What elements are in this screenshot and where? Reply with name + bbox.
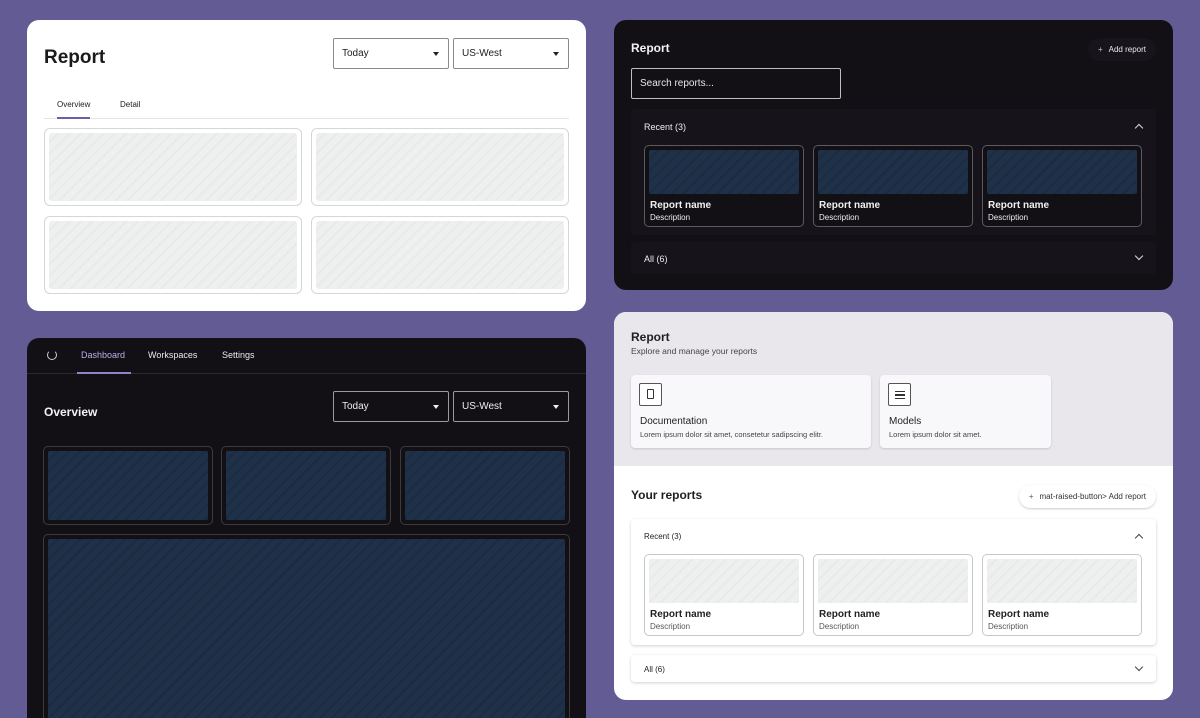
placeholder-content (226, 451, 386, 520)
report-name: Report name (819, 200, 881, 211)
report-hub-panel-light: Report Explore and manage your reports D… (614, 312, 1173, 700)
report-description: Description (650, 213, 691, 222)
placeholder-content (49, 133, 297, 201)
placeholder-card (44, 128, 302, 206)
placeholder-card (311, 216, 569, 294)
dropdown-arrow-icon (433, 52, 439, 56)
report-name: Report name (650, 609, 712, 620)
date-select[interactable]: Today (333, 38, 449, 69)
section-title: Your reports (631, 488, 703, 502)
report-list-panel-dark: Report + Add report Recent (3) Report nam… (614, 20, 1173, 290)
models-card[interactable]: Models Lorem ipsum dolor sit amet. (880, 375, 1051, 448)
dropdown-arrow-icon (553, 405, 559, 409)
date-select[interactable]: Today (333, 391, 449, 422)
placeholder-content (48, 451, 208, 520)
section-title: Overview (44, 405, 98, 419)
report-card[interactable]: Report name Description (813, 554, 973, 636)
placeholder-content (316, 221, 564, 289)
active-tab-indicator (77, 372, 131, 374)
report-thumbnail (649, 559, 799, 603)
card-title: Documentation (640, 416, 708, 427)
chevron-down-icon[interactable] (1134, 662, 1144, 672)
add-report-button[interactable]: + mat-raised-button> Add report (1018, 485, 1156, 508)
report-description: Description (650, 622, 691, 631)
placeholder-card (221, 446, 391, 525)
add-report-label: mat-raised-button> Add report (1039, 492, 1146, 501)
report-description: Description (819, 213, 860, 222)
report-thumbnail (818, 559, 968, 603)
logo-icon[interactable] (47, 350, 57, 360)
report-name: Report name (819, 609, 881, 620)
placeholder-content (49, 221, 297, 289)
dropdown-arrow-icon (433, 405, 439, 409)
placeholder-card (43, 446, 213, 525)
chevron-down-icon[interactable] (1134, 251, 1144, 261)
recent-header[interactable]: Recent (3) (644, 532, 681, 541)
placeholder-content (316, 133, 564, 201)
report-description: Description (819, 622, 860, 631)
nav-workspaces[interactable]: Workspaces (148, 350, 197, 360)
placeholder-content (48, 539, 565, 718)
dropdown-arrow-icon (553, 52, 559, 56)
header-section: Report Explore and manage your reports D… (614, 312, 1173, 466)
plus-icon: + (1028, 492, 1034, 501)
placeholder-card-large (43, 534, 570, 718)
add-report-button[interactable]: + Add report (1087, 38, 1156, 61)
page-title: Report (631, 330, 670, 344)
plus-icon: + (1097, 45, 1103, 54)
report-name: Report name (988, 609, 1050, 620)
report-name: Report name (988, 200, 1050, 211)
search-input[interactable] (631, 68, 841, 99)
page-title: Report (44, 47, 106, 68)
all-expansion-panel[interactable]: All (6) (631, 242, 1156, 274)
tab-bar: Overview Detail (44, 98, 569, 119)
date-select-value: Today (342, 48, 369, 59)
tab-overview[interactable]: Overview (57, 100, 91, 119)
page-subtitle: Explore and manage your reports (631, 346, 758, 356)
recent-expansion-panel: Recent (3) Report name Description Repor… (631, 109, 1156, 235)
report-card[interactable]: Report name Description (982, 554, 1142, 636)
placeholder-card (44, 216, 302, 294)
dashboard-panel-dark: Dashboard Workspaces Settings Overview T… (27, 338, 586, 718)
date-select-value: Today (342, 401, 369, 412)
placeholder-card (311, 128, 569, 206)
card-description: Lorem ipsum dolor sit amet, consetetur s… (640, 430, 823, 439)
region-select-value: US-West (462, 48, 502, 59)
nav-dashboard[interactable]: Dashboard (81, 350, 125, 360)
all-expansion-panel[interactable]: All (6) (631, 655, 1156, 682)
report-description: Description (988, 622, 1029, 631)
report-card[interactable]: Report name Description (644, 554, 804, 636)
document-icon (639, 383, 662, 406)
documentation-card[interactable]: Documentation Lorem ipsum dolor sit amet… (631, 375, 871, 448)
add-report-label: Add report (1108, 45, 1146, 54)
report-panel-light: Report Today US-West Overview Detail (27, 20, 586, 311)
card-title: Models (889, 416, 922, 427)
report-card[interactable]: Report name Description (644, 145, 804, 227)
region-select-value: US-West (462, 401, 502, 412)
region-select[interactable]: US-West (453, 391, 569, 422)
report-name: Report name (650, 200, 712, 211)
placeholder-content (405, 451, 565, 520)
chevron-up-icon[interactable] (1134, 123, 1144, 133)
nav-settings[interactable]: Settings (222, 350, 255, 360)
report-description: Description (988, 213, 1029, 222)
all-header: All (6) (644, 665, 665, 674)
report-thumbnail (987, 559, 1137, 603)
recent-expansion-panel: Recent (3) Report name Description Repor… (631, 519, 1156, 645)
chevron-up-icon[interactable] (1134, 533, 1144, 543)
report-thumbnail (649, 150, 799, 194)
all-header: All (6) (644, 254, 668, 264)
card-description: Lorem ipsum dolor sit amet. (889, 430, 982, 439)
list-icon (888, 383, 911, 406)
placeholder-card (400, 446, 570, 525)
tab-detail[interactable]: Detail (120, 100, 140, 117)
report-card[interactable]: Report name Description (982, 145, 1142, 227)
report-card[interactable]: Report name Description (813, 145, 973, 227)
region-select[interactable]: US-West (453, 38, 569, 69)
page-title: Report (631, 41, 670, 55)
recent-header[interactable]: Recent (3) (644, 122, 686, 132)
report-thumbnail (818, 150, 968, 194)
report-thumbnail (987, 150, 1137, 194)
